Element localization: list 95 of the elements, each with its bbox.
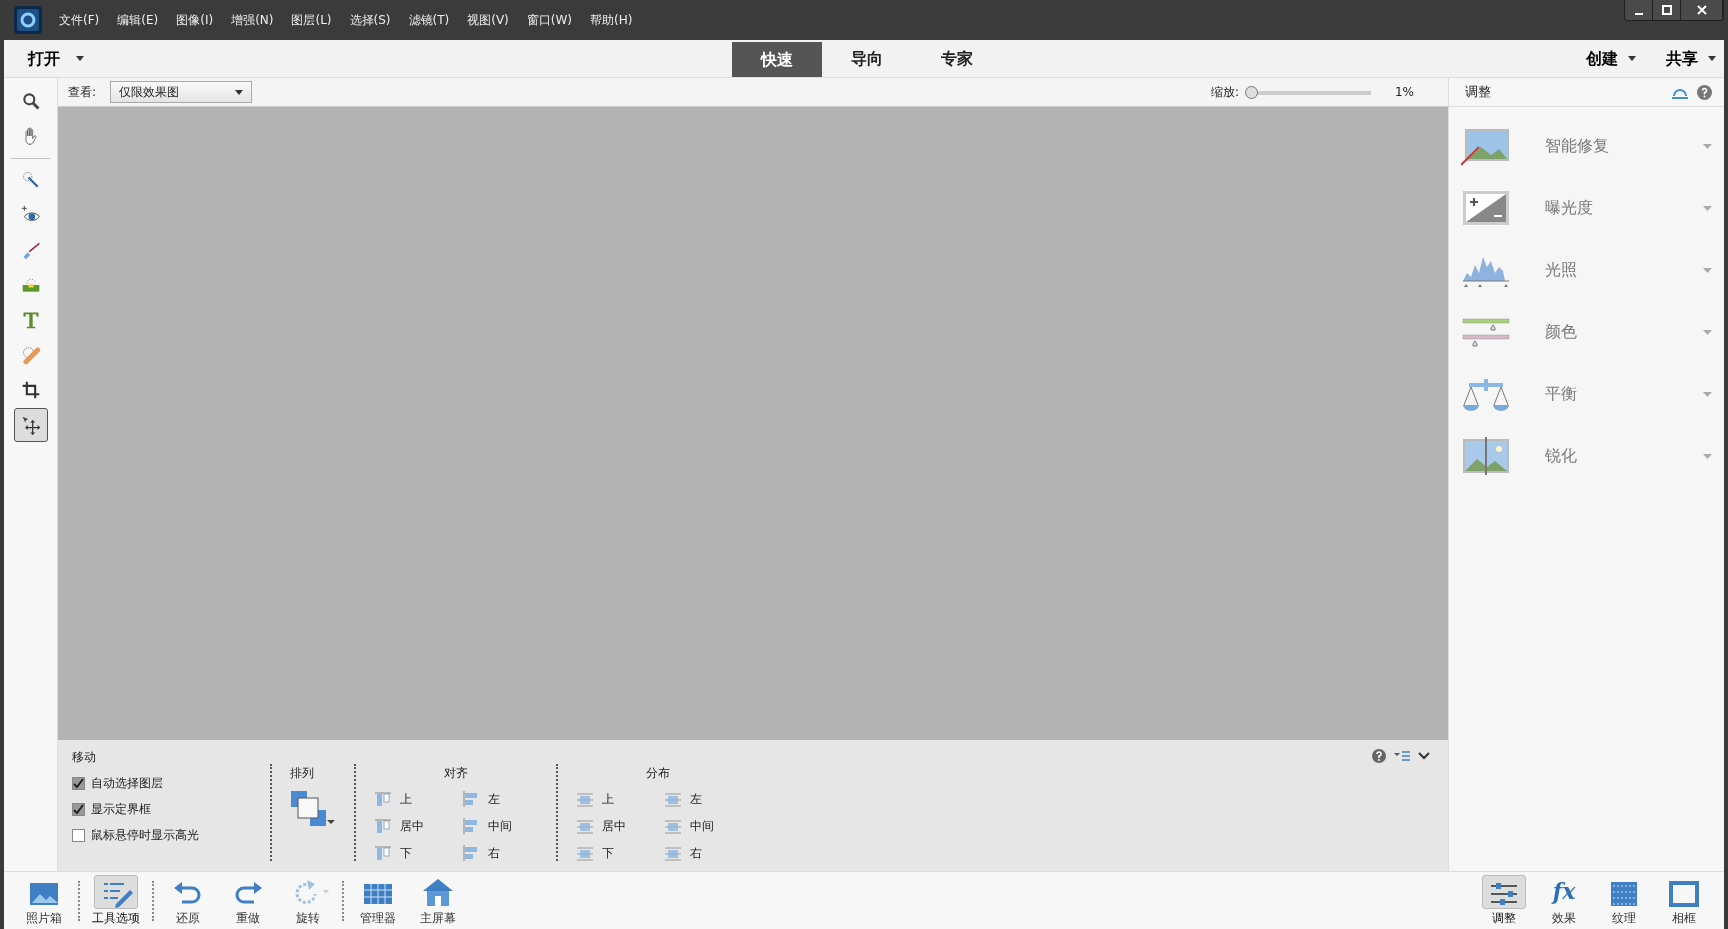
align-option[interactable]: 左 xyxy=(488,790,538,808)
menu-item[interactable]: 选择(S) xyxy=(340,11,400,29)
align-icon xyxy=(374,844,392,862)
arrange-label: 排列 xyxy=(290,765,315,782)
help-icon[interactable] xyxy=(1372,746,1386,764)
app-logo-icon xyxy=(14,6,42,34)
align-option[interactable]: 下 xyxy=(400,844,462,862)
bottom-bar-button[interactable]: 相框 xyxy=(1654,874,1714,927)
open-menu[interactable]: 打开 xyxy=(4,46,90,71)
distribute-option[interactable]: 上 xyxy=(602,790,664,808)
checkbox[interactable] xyxy=(72,802,85,816)
minimize-icon xyxy=(1634,13,1643,15)
adjustment-item[interactable]: 智能修复 xyxy=(1449,115,1724,177)
align-option[interactable]: 上 xyxy=(400,790,462,808)
adjustment-item[interactable]: 光照 xyxy=(1449,239,1724,301)
help-icon[interactable] xyxy=(1697,82,1712,102)
view-label: 查看: xyxy=(68,84,97,101)
caret-icon xyxy=(76,56,84,61)
bottom-bar-button[interactable]: 管理器 xyxy=(348,874,408,927)
distribute-option[interactable]: 居中 xyxy=(602,817,664,835)
menu-item[interactable]: 增强(N) xyxy=(222,11,283,29)
checkbox-label: 显示定界框 xyxy=(91,801,151,818)
tool-button[interactable] xyxy=(13,408,48,442)
distribute-icon xyxy=(576,817,594,835)
distribute-option[interactable]: 下 xyxy=(602,844,664,862)
view-dropdown[interactable]: 仅限效果图 xyxy=(110,81,253,103)
caret-icon xyxy=(1708,56,1716,61)
bottom-bar-button[interactable]: 调整 xyxy=(1474,874,1534,927)
menu-item[interactable]: 文件(F) xyxy=(50,11,109,29)
menu-item[interactable]: 图层(L) xyxy=(282,11,341,29)
distribute-icon xyxy=(664,844,682,862)
adjustment-item[interactable]: 颜色 xyxy=(1449,301,1724,363)
options-title: 移动 xyxy=(72,749,97,766)
menu-item[interactable]: 滤镜(T) xyxy=(399,11,459,29)
adjustment-item[interactable]: 锐化 xyxy=(1449,425,1724,487)
bottom-bar-button[interactable]: 还原 xyxy=(158,874,218,927)
mode-tab[interactable]: 导向 xyxy=(822,40,912,77)
menu-item[interactable]: 图像(I) xyxy=(167,11,223,29)
menu-item[interactable]: 视图(V) xyxy=(458,11,518,29)
zoom-label: 缩放: xyxy=(1210,84,1239,101)
close-icon xyxy=(1696,5,1707,15)
mode-tab[interactable]: 专家 xyxy=(912,40,1002,77)
dropdown-menu-button[interactable]: 创建 xyxy=(1564,46,1644,71)
menu-item[interactable]: 窗口(W) xyxy=(517,11,582,29)
distribute-option[interactable]: 中间 xyxy=(690,817,740,835)
minimize-button[interactable] xyxy=(1625,0,1653,20)
maximize-icon xyxy=(1661,5,1672,15)
caret-icon xyxy=(1703,143,1712,149)
group-title: 分布 xyxy=(645,765,671,782)
distribute-icon xyxy=(664,817,682,835)
checkbox-label: 鼠标悬停时显示高光 xyxy=(91,827,199,844)
bottom-bar-button[interactable]: fx 效果 xyxy=(1534,874,1594,927)
checkbox-label: 自动选择图层 xyxy=(91,775,163,792)
caret-icon xyxy=(1703,329,1712,335)
dropdown-menu-button[interactable]: 共享 xyxy=(1644,46,1724,71)
distribute-icon xyxy=(664,790,682,808)
bottom-bar-button[interactable]: 纹理 xyxy=(1594,874,1654,927)
caret-icon xyxy=(1628,56,1636,61)
checkbox[interactable] xyxy=(72,776,85,790)
align-icon xyxy=(462,790,480,808)
align-option[interactable]: 中间 xyxy=(488,817,538,835)
close-button[interactable] xyxy=(1681,0,1723,20)
align-icon xyxy=(462,844,480,862)
menu-item[interactable]: 帮助(H) xyxy=(581,11,642,29)
arrange-dropdown[interactable] xyxy=(290,790,336,828)
caret-icon xyxy=(323,889,329,894)
align-option[interactable]: 居中 xyxy=(400,817,462,835)
distribute-icon xyxy=(576,844,594,862)
panel-title: 调整 xyxy=(1465,83,1491,102)
maximize-button[interactable] xyxy=(1653,0,1681,20)
align-option[interactable]: 右 xyxy=(488,844,538,862)
distribute-option[interactable]: 左 xyxy=(690,790,740,808)
align-icon xyxy=(462,817,480,835)
distribute-icon xyxy=(576,790,594,808)
menu-item[interactable]: 编辑(E) xyxy=(108,11,168,29)
caret-icon xyxy=(1703,267,1712,273)
mode-tab[interactable]: 快速 xyxy=(732,42,822,77)
caret-icon xyxy=(1703,205,1712,211)
zoom-value: 1% xyxy=(1394,84,1414,101)
caret-icon xyxy=(1703,453,1712,459)
bottom-bar-button[interactable]: 照片箱 xyxy=(14,874,74,927)
checkbox[interactable] xyxy=(72,828,85,842)
bottom-bar-button[interactable]: 重做 xyxy=(218,874,278,927)
distribute-option[interactable]: 右 xyxy=(690,844,740,862)
adjustment-item[interactable]: 平衡 xyxy=(1449,363,1724,425)
group-title: 对齐 xyxy=(443,765,469,782)
align-icon xyxy=(374,790,392,808)
caret-icon xyxy=(235,89,244,95)
slider-thumb[interactable] xyxy=(1244,85,1258,99)
bottom-bar-button[interactable]: 工具选项 xyxy=(84,874,148,927)
caret-icon xyxy=(1703,391,1712,397)
bottom-bar-button[interactable]: 主屏幕 xyxy=(408,874,468,927)
align-icon xyxy=(374,817,392,835)
adjustment-item[interactable]: 曝光度 xyxy=(1449,177,1724,239)
split-photo-icon xyxy=(1461,435,1511,477)
